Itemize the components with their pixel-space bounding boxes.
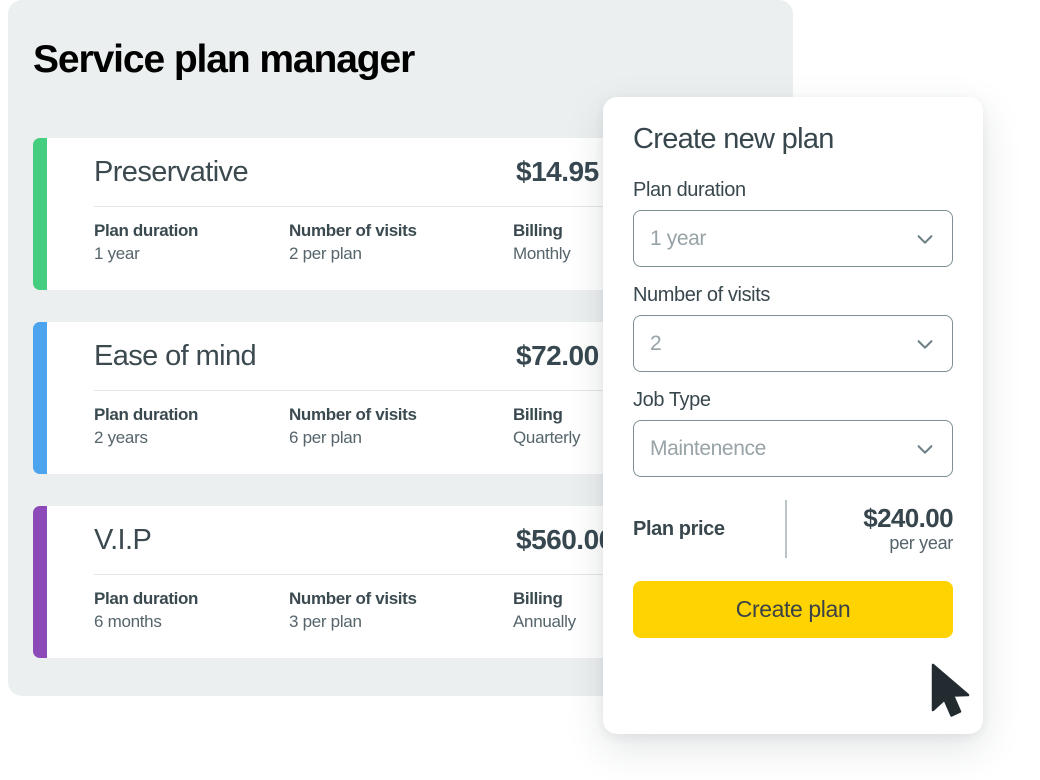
plan-price-period: per year	[889, 532, 953, 553]
plan-price: $560.00	[516, 524, 614, 555]
plan-accent-bar	[33, 506, 47, 658]
number-of-visits-field-label: Number of visits	[633, 284, 770, 306]
plan-price: $72.00	[516, 340, 599, 371]
plan-billing-label: Billing	[513, 589, 563, 608]
plan-price-summary: Plan price $240.00 per year	[633, 497, 954, 561]
job-type-field-label: Job Type	[633, 389, 711, 411]
plan-billing-value: Monthly	[513, 244, 571, 263]
plan-duration-column: Plan duration 2 years	[94, 405, 198, 448]
plan-visits-column: Number of visits 6 per plan	[289, 405, 417, 448]
plan-duration-select-value: 1 year	[650, 226, 706, 250]
plan-duration-value: 1 year	[94, 244, 140, 263]
number-of-visits-select-value: 2	[650, 331, 662, 355]
plan-duration-value: 6 months	[94, 612, 162, 631]
plan-price: $14.95	[516, 156, 599, 187]
modal-title: Create new plan	[633, 123, 834, 155]
plan-duration-label: Plan duration	[94, 589, 199, 608]
plan-visits-label: Number of visits	[289, 405, 417, 424]
number-of-visits-select[interactable]: 2	[633, 315, 953, 372]
plan-billing-value: Quarterly	[513, 428, 581, 447]
job-type-select-value: Maintenence	[650, 436, 766, 460]
plan-visits-value: 3 per plan	[289, 612, 362, 631]
plan-visits-label: Number of visits	[289, 589, 417, 608]
plan-visits-label: Number of visits	[289, 221, 417, 240]
create-plan-modal: Create new plan Plan duration 1 year Num…	[603, 97, 983, 734]
plan-visits-column: Number of visits 3 per plan	[289, 589, 417, 632]
create-plan-button[interactable]: Create plan	[633, 581, 953, 638]
plan-billing-column: Billing Quarterly	[513, 405, 581, 448]
plan-billing-label: Billing	[513, 221, 563, 240]
plan-price-amount: $240.00	[863, 503, 953, 534]
plan-name: Ease of mind	[94, 339, 257, 372]
plan-duration-column: Plan duration 1 year	[94, 221, 198, 264]
plan-duration-label: Plan duration	[94, 221, 199, 240]
page-title: Service plan manager	[33, 38, 415, 81]
plan-duration-column: Plan duration 6 months	[94, 589, 198, 632]
plan-billing-value: Annually	[513, 612, 576, 631]
plan-billing-column: Billing Monthly	[513, 221, 571, 264]
plan-visits-value: 6 per plan	[289, 428, 362, 447]
plan-accent-bar	[33, 322, 47, 474]
plan-visits-value: 2 per plan	[289, 244, 362, 263]
plan-duration-select[interactable]: 1 year	[633, 210, 953, 267]
plan-price-label: Plan price	[633, 517, 725, 540]
plan-billing-label: Billing	[513, 405, 563, 424]
chevron-down-icon	[914, 333, 936, 355]
plan-accent-bar	[33, 138, 47, 290]
plan-duration-label: Plan duration	[94, 405, 199, 424]
plan-price-values: $240.00 per year	[787, 503, 953, 554]
plan-visits-column: Number of visits 2 per plan	[289, 221, 417, 264]
plan-name: Preservative	[94, 155, 249, 188]
plan-billing-column: Billing Annually	[513, 589, 576, 632]
plan-duration-field-label: Plan duration	[633, 179, 746, 201]
chevron-down-icon	[914, 438, 936, 460]
plan-duration-value: 2 years	[94, 428, 148, 447]
chevron-down-icon	[914, 228, 936, 250]
plan-name: V.I.P	[94, 523, 152, 556]
job-type-select[interactable]: Maintenence	[633, 420, 953, 477]
